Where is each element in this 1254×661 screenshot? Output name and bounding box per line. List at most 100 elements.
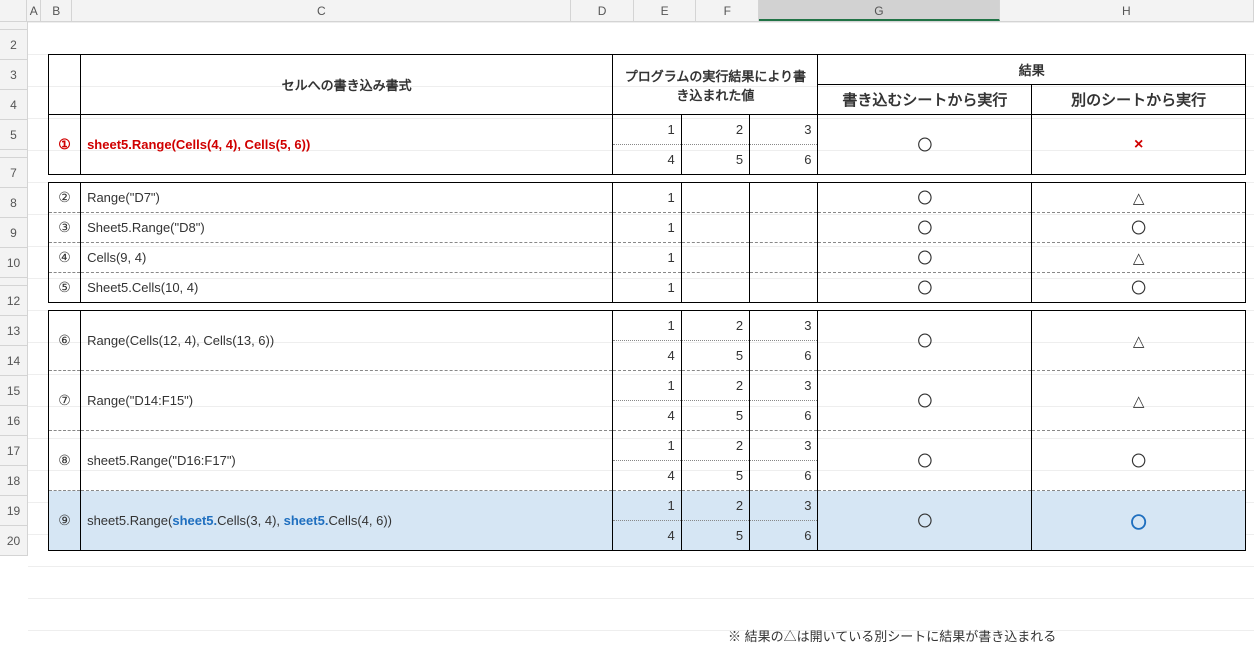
- r4-e[interactable]: [681, 243, 749, 273]
- row-header-13[interactable]: 13: [0, 316, 28, 346]
- r6-d2[interactable]: 4: [613, 341, 681, 371]
- col-header-A[interactable]: A: [27, 0, 41, 21]
- r2-res-other: △: [1032, 183, 1246, 213]
- r7-d2[interactable]: 4: [613, 401, 681, 431]
- r9-f1[interactable]: 3: [750, 491, 818, 521]
- row-header-11[interactable]: [0, 278, 28, 286]
- r2-d[interactable]: 1: [613, 183, 681, 213]
- r8-e1[interactable]: 2: [681, 431, 749, 461]
- col-header-B[interactable]: B: [41, 0, 72, 21]
- r3-formula[interactable]: Sheet5.Range("D8"): [81, 213, 613, 243]
- row-header-3[interactable]: 3: [0, 60, 28, 90]
- r3-f[interactable]: [750, 213, 818, 243]
- r9-f2[interactable]: 6: [750, 521, 818, 551]
- r4-formula[interactable]: Cells(9, 4): [81, 243, 613, 273]
- r8-d1[interactable]: 1: [613, 431, 681, 461]
- r9-d2[interactable]: 4: [613, 521, 681, 551]
- r8-e2[interactable]: 5: [681, 461, 749, 491]
- col-header-F[interactable]: F: [696, 0, 759, 21]
- r7-res-write: 〇: [818, 371, 1032, 431]
- row-header-9[interactable]: 9: [0, 218, 28, 248]
- r2-formula[interactable]: Range("D7"): [81, 183, 613, 213]
- row-header-19[interactable]: 19: [0, 496, 28, 526]
- r8-res-write: 〇: [818, 431, 1032, 491]
- row-header-15[interactable]: 15: [0, 376, 28, 406]
- header-result: 結果: [818, 55, 1246, 85]
- col-header-H[interactable]: H: [1000, 0, 1254, 21]
- row-header-18[interactable]: 18: [0, 466, 28, 496]
- r1-f5[interactable]: 6: [750, 145, 818, 175]
- grid-area[interactable]: セルへの書き込み書式 プログラムの実行結果により書き込まれた値 結果 書き込むシ…: [28, 22, 1254, 661]
- row-header-17[interactable]: 17: [0, 436, 28, 466]
- r5-formula[interactable]: Sheet5.Cells(10, 4): [81, 273, 613, 303]
- row-header-10[interactable]: 10: [0, 248, 28, 278]
- r9-mid1: Cells(3, 4),: [217, 513, 283, 528]
- r6-f1[interactable]: 3: [750, 311, 818, 341]
- r6-formula[interactable]: Range(Cells(12, 4), Cells(13, 6)): [81, 311, 613, 371]
- r8-num: ⑧: [49, 431, 81, 491]
- r7-f2[interactable]: 6: [750, 401, 818, 431]
- r6-d1[interactable]: 1: [613, 311, 681, 341]
- r1-f4[interactable]: 3: [750, 115, 818, 145]
- r1-res-other: ×: [1032, 115, 1246, 175]
- r5-e[interactable]: [681, 273, 749, 303]
- row-header-2[interactable]: 2: [0, 30, 28, 60]
- r7-f1[interactable]: 3: [750, 371, 818, 401]
- r9-num: ⑨: [49, 491, 81, 551]
- r6-e2[interactable]: 5: [681, 341, 749, 371]
- r1-res-write: 〇: [818, 115, 1032, 175]
- r8-d2[interactable]: 4: [613, 461, 681, 491]
- select-all-corner[interactable]: [0, 0, 27, 21]
- r3-d[interactable]: 1: [613, 213, 681, 243]
- row-header-5[interactable]: 5: [0, 120, 28, 150]
- row-header-8[interactable]: 8: [0, 188, 28, 218]
- row-header-6[interactable]: [0, 150, 28, 158]
- main-table: セルへの書き込み書式 プログラムの実行結果により書き込まれた値 結果 書き込むシ…: [48, 54, 1246, 551]
- col-header-C[interactable]: C: [72, 0, 571, 21]
- r4-num: ④: [49, 243, 81, 273]
- row-header-20[interactable]: 20: [0, 526, 28, 556]
- r1-formula[interactable]: sheet5.Range(Cells(4, 4), Cells(5, 6)): [81, 115, 613, 175]
- r8-f2[interactable]: 6: [750, 461, 818, 491]
- r9-e1[interactable]: 2: [681, 491, 749, 521]
- r5-res-write: 〇: [818, 273, 1032, 303]
- r9-formula[interactable]: sheet5.Range(sheet5.Cells(3, 4), sheet5.…: [81, 491, 613, 551]
- r1-num: ①: [49, 115, 81, 175]
- row-header-12[interactable]: 12: [0, 286, 28, 316]
- r8-res-other: 〇: [1032, 431, 1246, 491]
- row-header-7[interactable]: 7: [0, 158, 28, 188]
- r9-d1[interactable]: 1: [613, 491, 681, 521]
- r1-e5[interactable]: 5: [681, 145, 749, 175]
- r8-formula[interactable]: sheet5.Range("D16:F17"): [81, 431, 613, 491]
- r5-d[interactable]: 1: [613, 273, 681, 303]
- r9-mid2: Cells(4, 6)): [328, 513, 392, 528]
- col-header-D[interactable]: D: [571, 0, 634, 21]
- r1-e4[interactable]: 2: [681, 115, 749, 145]
- r2-e[interactable]: [681, 183, 749, 213]
- r3-e[interactable]: [681, 213, 749, 243]
- r7-e2[interactable]: 5: [681, 401, 749, 431]
- r1-d5[interactable]: 4: [613, 145, 681, 175]
- r9-res-other: 〇: [1032, 491, 1246, 551]
- r4-d[interactable]: 1: [613, 243, 681, 273]
- r5-f[interactable]: [750, 273, 818, 303]
- r1-d4[interactable]: 1: [613, 115, 681, 145]
- r7-e1[interactable]: 2: [681, 371, 749, 401]
- r4-f[interactable]: [750, 243, 818, 273]
- row-header-1[interactable]: [0, 22, 28, 30]
- r6-e1[interactable]: 2: [681, 311, 749, 341]
- col-header-G[interactable]: G: [759, 0, 1000, 21]
- r8-f1[interactable]: 3: [750, 431, 818, 461]
- row-header-14[interactable]: 14: [0, 346, 28, 376]
- r7-d1[interactable]: 1: [613, 371, 681, 401]
- r7-formula[interactable]: Range("D14:F15"): [81, 371, 613, 431]
- r9-e2[interactable]: 5: [681, 521, 749, 551]
- footnote: ※ 結果の△は開いている別シートに結果が書き込まれる: [728, 626, 1056, 645]
- col-header-E[interactable]: E: [634, 0, 697, 21]
- r6-num: ⑥: [49, 311, 81, 371]
- r6-f2[interactable]: 6: [750, 341, 818, 371]
- r2-f[interactable]: [750, 183, 818, 213]
- row-header-16[interactable]: 16: [0, 406, 28, 436]
- row-header-4[interactable]: 4: [0, 90, 28, 120]
- r9-formula-prefix: sheet5.Range(: [87, 513, 172, 528]
